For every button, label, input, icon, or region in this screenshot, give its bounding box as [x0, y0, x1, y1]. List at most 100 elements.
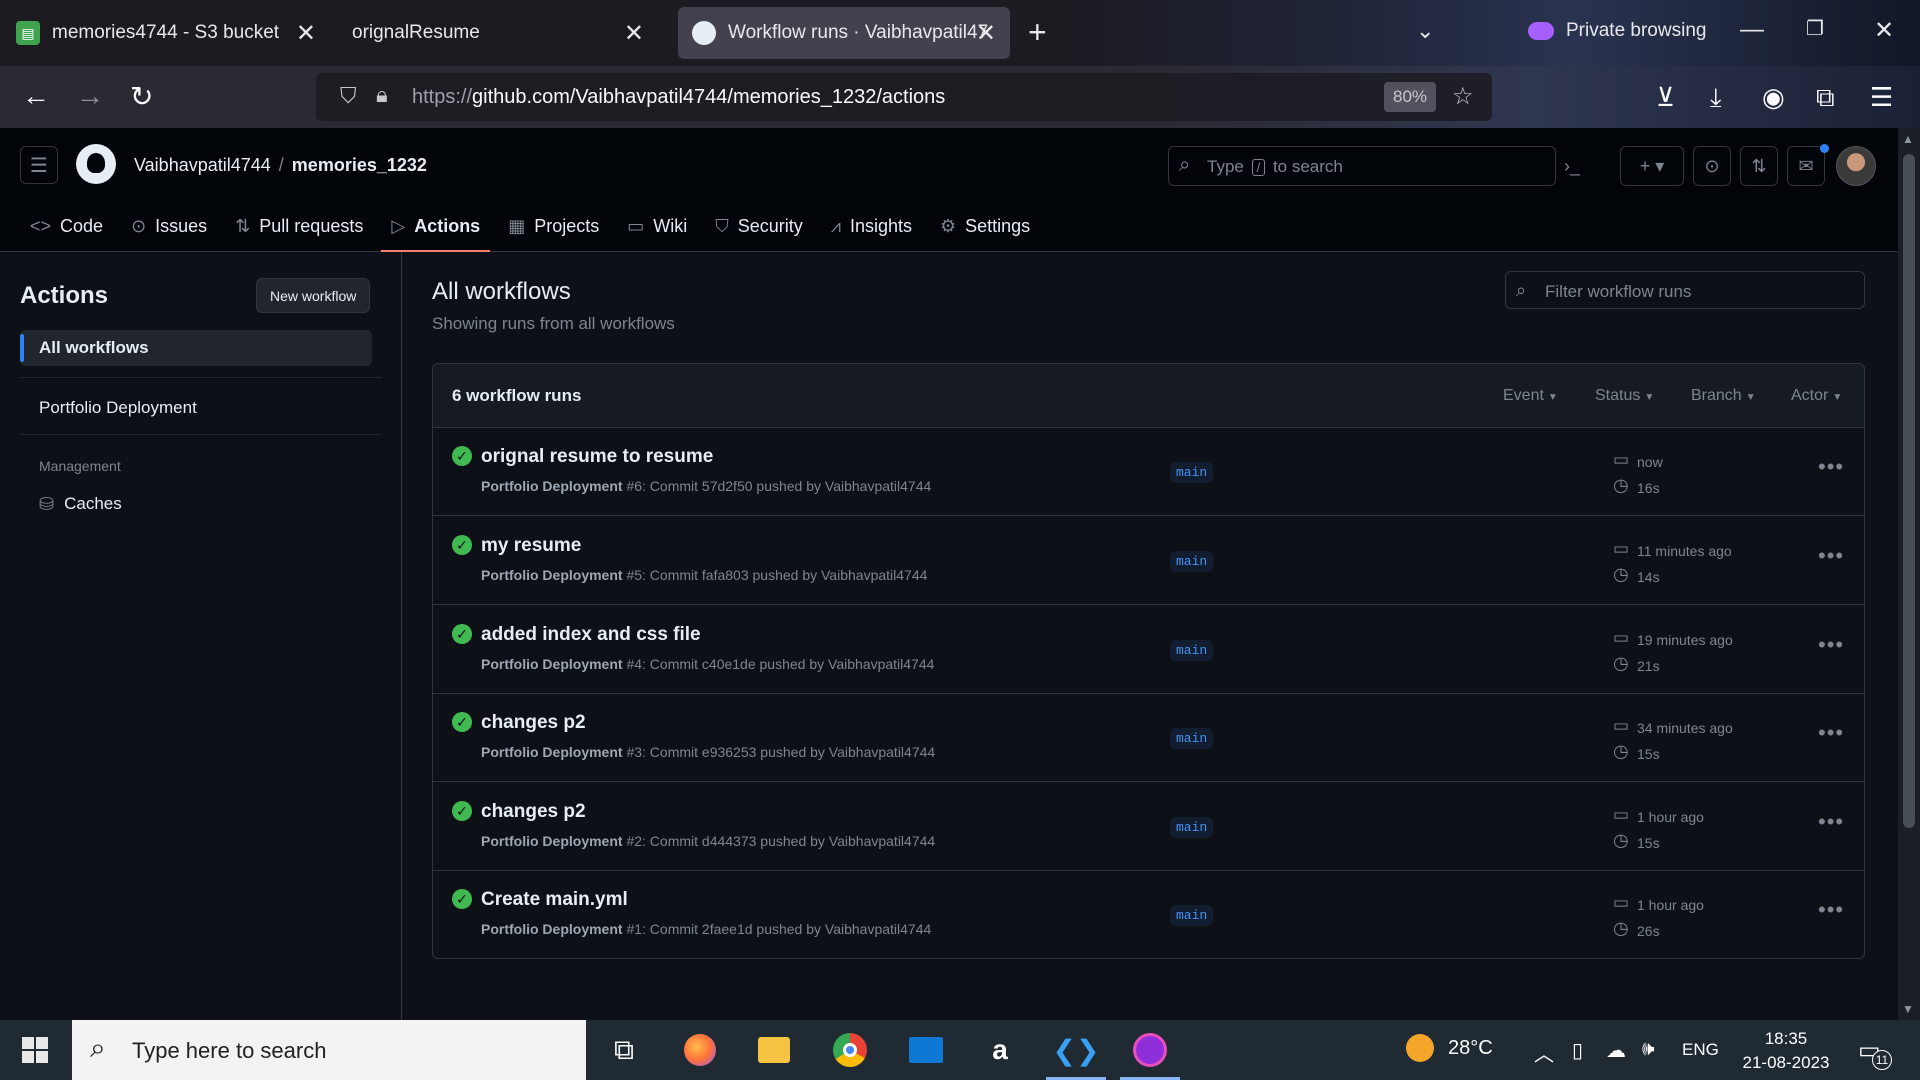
lock-icon[interactable]: 🔒︎ [376, 82, 388, 108]
tab-wiki[interactable]: ▭ Wiki [617, 200, 697, 252]
new-tab-button[interactable]: + [1028, 14, 1047, 51]
windows-start-icon[interactable] [22, 1037, 48, 1063]
tab-insights[interactable]: ⩘ Insights [821, 200, 922, 252]
branch-label[interactable]: main [1170, 817, 1214, 838]
clock[interactable]: 18:35 21-08-2023 [1736, 1027, 1836, 1075]
task-view-icon[interactable]: ⧉ [602, 1028, 646, 1072]
close-window-icon[interactable]: ✕ [1874, 16, 1894, 45]
list-tabs-chevron-icon[interactable]: ⌄ [1416, 18, 1434, 44]
tab-pull-requests[interactable]: ⇅ Pull requests [225, 200, 373, 252]
github-logo-icon[interactable] [76, 144, 116, 184]
scrollbar-thumb[interactable] [1903, 154, 1915, 828]
owner-link[interactable]: Vaibhavpatil4744 [134, 155, 271, 175]
minimize-icon[interactable]: — [1740, 16, 1764, 44]
tab-workflow-runs[interactable]: Workflow runs · Vaibhavpatil4744 ✕ [678, 7, 1010, 59]
tracking-shield-icon[interactable]: ⛉ [340, 83, 357, 109]
more-options-icon[interactable]: ••• [1818, 454, 1844, 480]
run-title[interactable]: changes p2 [481, 712, 586, 734]
tab-security[interactable]: ⛉ Security [705, 200, 813, 252]
scroll-up-arrow-icon[interactable]: ▲ [1902, 132, 1914, 146]
branch-label[interactable]: main [1170, 905, 1214, 926]
more-options-icon[interactable]: ••• [1818, 543, 1844, 569]
issues-button[interactable]: ⊙ [1693, 146, 1731, 186]
restore-icon[interactable]: ❐ [1806, 16, 1824, 41]
menu-icon[interactable]: ☰ [1870, 82, 1893, 113]
run-title[interactable]: orignal resume to resume [481, 446, 713, 468]
taskbar-search-input[interactable]: ⌕ Type here to search [72, 1020, 586, 1080]
scroll-down-arrow-icon[interactable]: ▼ [1902, 1002, 1914, 1016]
page-scrollbar[interactable]: ▲ ▼ [1898, 128, 1920, 1020]
extensions-icon[interactable]: ⧉ [1816, 82, 1835, 114]
tab-code[interactable]: <> Code [20, 200, 113, 252]
workflow-run-row[interactable]: ✓ added index and css file Portfolio Dep… [433, 606, 1864, 694]
run-title[interactable]: added index and css file [481, 624, 701, 646]
onedrive-icon[interactable]: ☁ [1606, 1038, 1626, 1063]
github-search-input[interactable]: ⌕ Type / to search [1168, 146, 1556, 186]
branch-label[interactable]: main [1170, 462, 1214, 483]
branch-label[interactable]: main [1170, 551, 1214, 572]
more-options-icon[interactable]: ••• [1818, 897, 1844, 923]
filter-workflow-runs-input[interactable]: ⌕ Filter workflow runs [1505, 271, 1865, 309]
sidebar-item-portfolio-deployment[interactable]: Portfolio Deployment [20, 390, 372, 426]
inbox-button[interactable]: ✉ [1787, 146, 1825, 186]
more-options-icon[interactable]: ••• [1818, 632, 1844, 658]
workflow-run-row[interactable]: ✓ Create main.yml Portfolio Deployment #… [433, 871, 1864, 958]
branch-label[interactable]: main [1170, 728, 1214, 749]
workflow-run-row[interactable]: ✓ changes p2 Portfolio Deployment #3: Co… [433, 694, 1864, 782]
run-title[interactable]: Create main.yml [481, 889, 628, 911]
zoom-level[interactable]: 80% [1384, 82, 1437, 112]
weather-widget[interactable]: 28°C [1406, 1034, 1493, 1062]
notifications-icon[interactable]: ▭ 11 [1858, 1036, 1892, 1070]
close-tab-icon[interactable]: ✕ [976, 19, 996, 48]
run-title[interactable]: my resume [481, 535, 581, 557]
user-avatar[interactable] [1836, 146, 1876, 186]
branch-label[interactable]: main [1170, 640, 1214, 661]
actor-filter-dropdown[interactable]: Actor ▼ [1791, 387, 1842, 405]
pocket-icon[interactable]: ⊻ [1656, 82, 1675, 113]
firefox-private-icon[interactable] [1120, 1028, 1180, 1080]
reload-icon[interactable]: ↻ [130, 80, 153, 113]
volume-icon[interactable]: 🕪︎ [1642, 1038, 1655, 1061]
more-options-icon[interactable]: ••• [1818, 720, 1844, 746]
workflow-run-row[interactable]: ✓ orignal resume to resume Portfolio Dep… [433, 428, 1864, 516]
amazon-icon[interactable]: a [978, 1028, 1022, 1072]
tab-projects[interactable]: ▦ Projects [498, 200, 609, 252]
branch-filter-dropdown[interactable]: Branch ▼ [1691, 387, 1756, 405]
run-title[interactable]: changes p2 [481, 801, 586, 823]
firefox-icon[interactable] [678, 1028, 722, 1072]
workflow-run-row[interactable]: ✓ my resume Portfolio Deployment #5: Com… [433, 517, 1864, 605]
pull-requests-button[interactable]: ⇅ [1740, 146, 1778, 186]
forward-arrow-icon[interactable]: → [76, 80, 104, 112]
url-text[interactable]: https://github.com/Vaibhavpatil4744/memo… [412, 86, 945, 109]
new-workflow-button[interactable]: New workflow [256, 278, 371, 313]
close-tab-icon[interactable]: ✕ [296, 19, 316, 48]
chrome-icon[interactable] [828, 1028, 872, 1072]
create-new-button[interactable]: + ▾ [1620, 146, 1684, 186]
global-menu-icon[interactable]: ☰ [20, 146, 58, 184]
tab-actions[interactable]: ▷ Actions [381, 200, 491, 252]
more-options-icon[interactable]: ••• [1818, 809, 1844, 835]
address-bar[interactable]: ⛉ 🔒︎ https://github.com/Vaibhavpatil4744… [316, 73, 1492, 121]
back-arrow-icon[interactable]: ← [22, 80, 50, 112]
input-language[interactable]: ENG [1682, 1040, 1719, 1060]
bookmark-star-icon[interactable]: ☆ [1452, 82, 1474, 111]
tab-issues[interactable]: ⊙ Issues [121, 200, 217, 252]
workflow-run-row[interactable]: ✓ changes p2 Portfolio Deployment #2: Co… [433, 783, 1864, 871]
sidebar-item-all-workflows[interactable]: All workflows [20, 330, 372, 366]
profile-icon[interactable]: ◉ [1762, 82, 1785, 113]
command-palette-icon[interactable]: ›_ [1554, 146, 1590, 186]
sidebar-item-caches[interactable]: ⛁ Caches [20, 486, 372, 522]
event-filter-dropdown[interactable]: Event ▼ [1503, 387, 1558, 405]
status-filter-dropdown[interactable]: Status ▼ [1595, 387, 1654, 405]
close-tab-icon[interactable]: ✕ [624, 19, 644, 48]
tab-original-resume[interactable]: orignalResume ✕ [338, 7, 658, 59]
downloads-icon[interactable]: ⤓ [1710, 82, 1722, 114]
repo-link[interactable]: memories_1232 [292, 155, 427, 175]
tab-settings[interactable]: ⚙ Settings [930, 200, 1040, 252]
mail-icon[interactable] [904, 1028, 948, 1072]
show-hidden-icons-chevron-icon[interactable]: ︿ [1534, 1038, 1554, 1067]
meet-now-icon[interactable]: ▯ [1572, 1038, 1583, 1063]
vscode-icon[interactable]: ❮❯ [1046, 1028, 1106, 1080]
tab-s3-bucket[interactable]: ▤ memories4744 - S3 bucket ✕ [2, 7, 330, 59]
file-explorer-icon[interactable] [752, 1028, 796, 1072]
